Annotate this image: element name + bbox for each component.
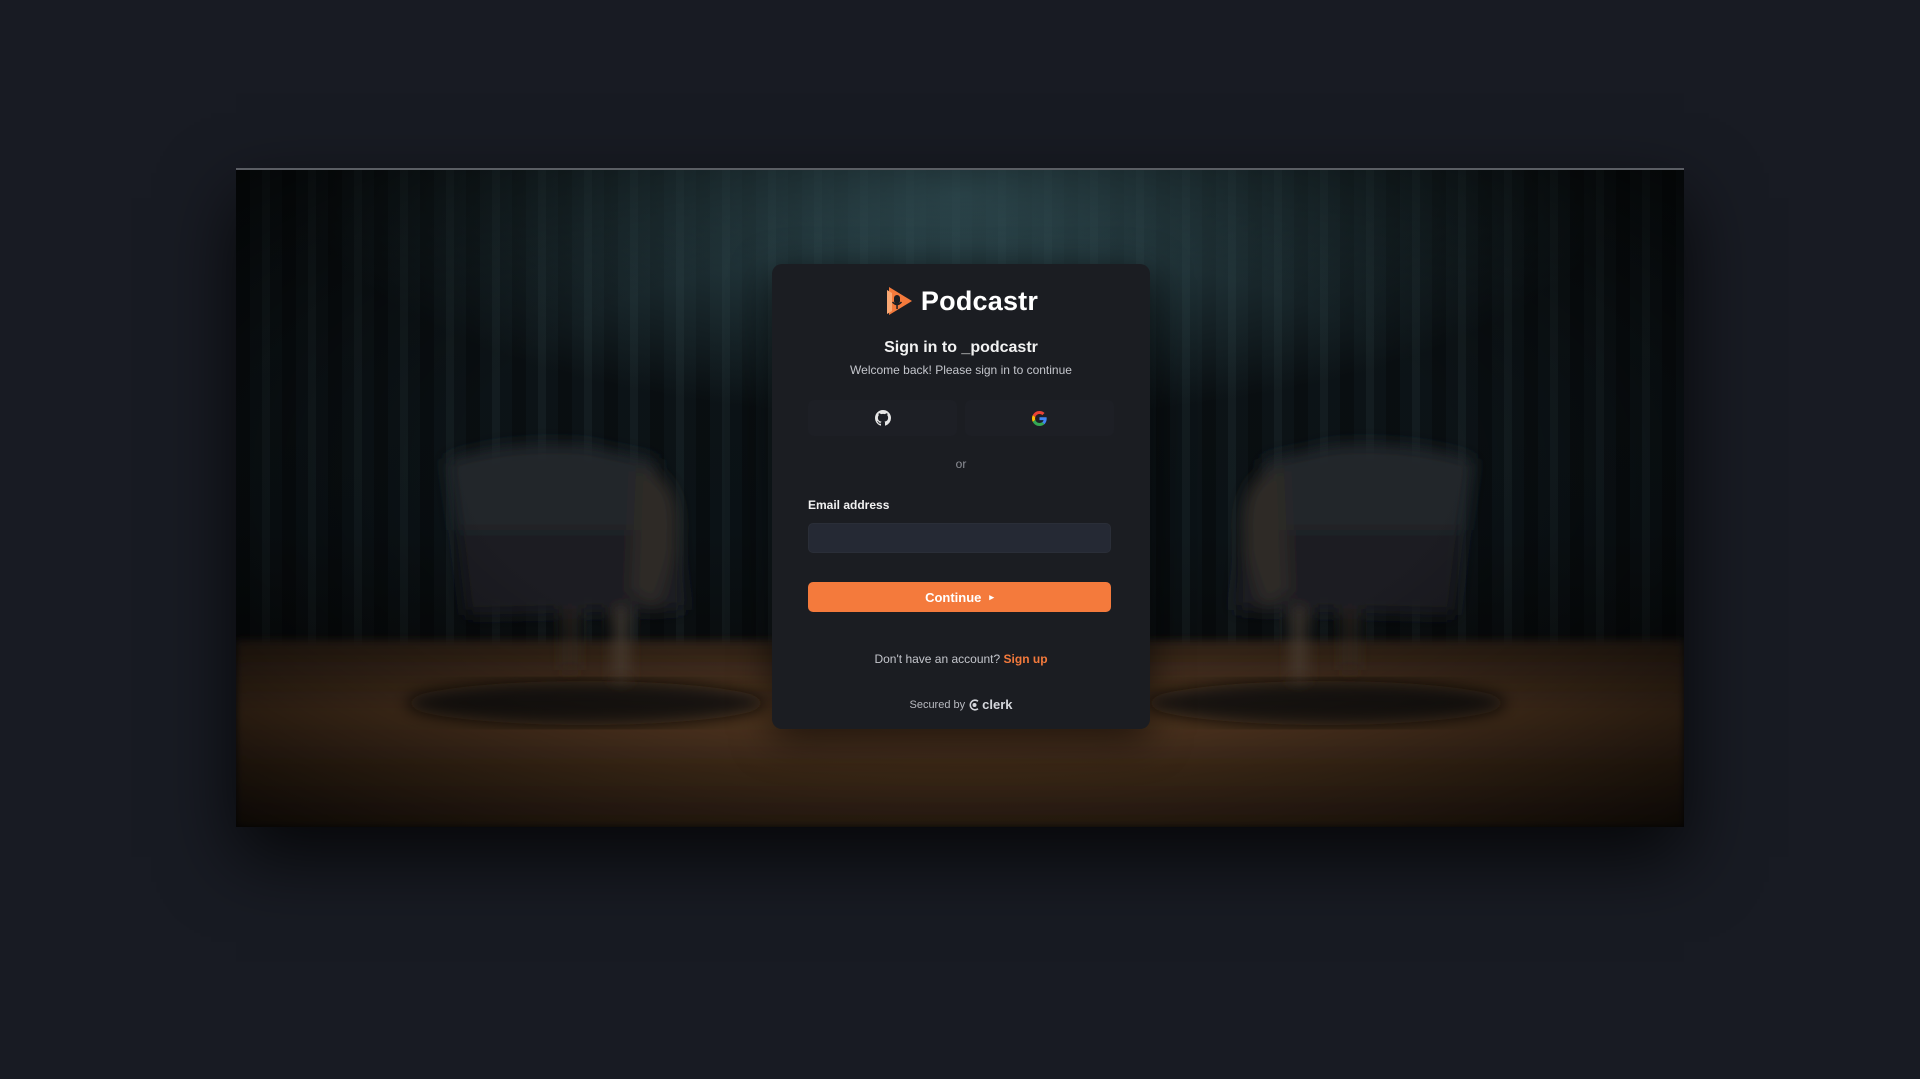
caret-right-icon: ▸ (989, 591, 994, 602)
or-divider: or (955, 457, 967, 471)
brand-header: Podcastr (772, 284, 1150, 318)
secured-by-footer: Secured by clerk (772, 697, 1150, 712)
email-label: Email address (808, 498, 890, 512)
social-login-row (808, 400, 1114, 436)
github-icon (874, 410, 891, 426)
email-field[interactable] (808, 523, 1111, 553)
page: Podcastr Sign in to _podcastr Welcome ba… (0, 0, 1920, 1079)
no-account-text: Don't have an account? (874, 652, 1001, 666)
clerk-logo: clerk (969, 697, 1013, 712)
podcastr-logo-icon (884, 284, 914, 318)
sign-in-card: Podcastr Sign in to _podcastr Welcome ba… (772, 264, 1150, 729)
github-signin-button[interactable] (808, 400, 957, 436)
clerk-brand-text: clerk (982, 697, 1013, 712)
page-subtitle: Welcome back! Please sign in to continue (850, 363, 1072, 377)
continue-label: Continue (925, 589, 982, 605)
google-signin-button[interactable] (965, 400, 1114, 436)
clerk-icon (969, 698, 979, 711)
signup-prompt: Don't have an account? Sign up (772, 652, 1150, 666)
app-screen: Podcastr Sign in to _podcastr Welcome ba… (236, 168, 1684, 827)
secured-by-text: Secured by (909, 698, 966, 711)
sign-up-link[interactable]: Sign up (1004, 652, 1048, 666)
google-icon (1032, 410, 1047, 426)
continue-button[interactable]: Continue ▸ (808, 582, 1111, 612)
brand-name: Podcastr (920, 285, 1039, 316)
page-title: Sign in to _podcastr (884, 339, 1038, 356)
